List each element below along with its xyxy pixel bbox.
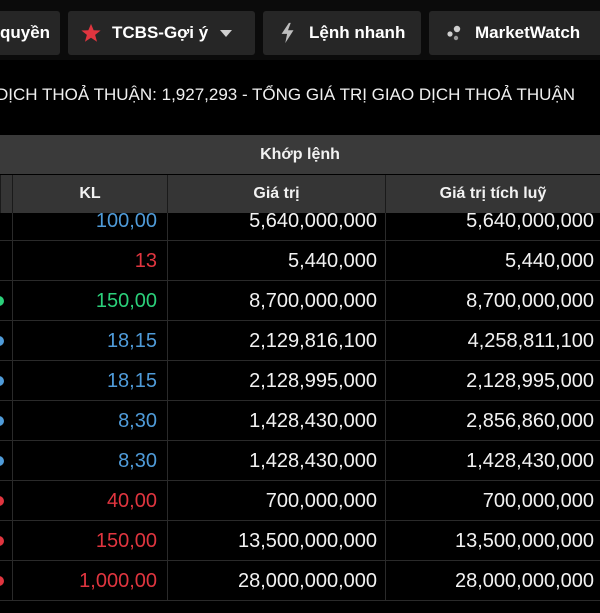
cell-gia-tri: 8,700,000,000	[167, 281, 385, 321]
status-dot-icon	[0, 336, 4, 346]
tab-label: Lệnh nhanh	[309, 23, 406, 42]
row-indicator-cell	[0, 521, 12, 561]
cell-gia-tri: 5,640,000,000	[167, 213, 385, 241]
cell-gia-tri: 5,440,000	[167, 241, 385, 281]
market-ticker: DỊCH THOẢ THUẬN: 1,927,293 - TỔNG GIÁ TR…	[0, 85, 576, 104]
row-indicator-cell	[0, 321, 12, 361]
table-row[interactable]: 8,30 1,428,430,000 2,856,860,000	[0, 401, 600, 441]
star-icon	[80, 22, 102, 44]
row-indicator-cell	[0, 561, 12, 601]
table-row[interactable]: 1,000,00 28,000,000,000 28,000,000,000	[0, 561, 600, 601]
status-dot-icon	[0, 416, 4, 426]
status-dot-icon	[0, 576, 4, 586]
cell-kl: 1,000,00	[12, 561, 167, 601]
cell-gia-tri-tich-luy: 2,856,860,000	[385, 401, 600, 441]
cell-kl: 8,30	[12, 441, 167, 481]
cell-kl: 18,15	[12, 361, 167, 401]
cell-kl: 8,30	[12, 401, 167, 441]
table-row[interactable]: 8,30 1,428,430,000 1,428,430,000	[0, 441, 600, 481]
cell-gia-tri-tich-luy: 5,440,000	[385, 241, 600, 281]
table-row[interactable]: 18,15 2,128,995,000 2,128,995,000	[0, 361, 600, 401]
tab-label: MarketWatch	[475, 23, 581, 42]
cell-gia-tri: 2,128,995,000	[167, 361, 385, 401]
cell-gia-tri: 2,129,816,100	[167, 321, 385, 361]
status-dot-icon	[0, 496, 4, 506]
cell-kl: 150,00	[12, 281, 167, 321]
status-dot-icon	[0, 456, 4, 466]
status-dot-icon	[0, 536, 4, 546]
column-header-spacer	[0, 175, 12, 213]
table-row[interactable]: 150,00 13,500,000,000 13,500,000,000	[0, 521, 600, 561]
matched-orders-table: Khớp lệnh KL Giá trị Giá trị tích luỹ 10…	[0, 135, 600, 613]
cell-gia-tri: 700,000,000	[167, 481, 385, 521]
cell-gia-tri-tich-luy: 700,000,000	[385, 481, 600, 521]
row-indicator-cell	[0, 481, 12, 521]
chevron-down-icon[interactable]	[220, 29, 233, 37]
table-row[interactable]: 40,00 700,000,000 700,000,000	[0, 481, 600, 521]
column-header-gia-tri[interactable]: Giá trị	[167, 175, 385, 213]
cell-gia-tri-tich-luy: 13,500,000,000	[385, 521, 600, 561]
cell-gia-tri: 28,000,000,000	[167, 561, 385, 601]
cell-gia-tri: 13,500,000,000	[167, 521, 385, 561]
group-header: Khớp lệnh	[0, 135, 600, 175]
row-indicator-cell	[0, 213, 12, 241]
tab-marketwatch[interactable]: MarketWatch	[429, 11, 600, 55]
tab-quyen[interactable]: quyền	[0, 11, 60, 55]
cell-gia-tri-tich-luy: 5,640,000,000	[385, 213, 600, 241]
cell-gia-tri: 1,428,430,000	[167, 441, 385, 481]
row-indicator-cell	[0, 401, 12, 441]
row-indicator-cell	[0, 281, 12, 321]
table-row[interactable]: 13 5,440,000 5,440,000	[0, 241, 600, 281]
table-row[interactable]: 100,00 5,640,000,000 5,640,000,000	[0, 213, 600, 241]
tab-lenh-nhanh[interactable]: Lệnh nhanh	[263, 11, 421, 55]
status-dot-icon	[0, 296, 4, 306]
lightning-icon	[277, 22, 299, 44]
status-dot-icon	[0, 376, 4, 386]
cell-gia-tri-tich-luy: 2,128,995,000	[385, 361, 600, 401]
cell-gia-tri-tich-luy: 28,000,000,000	[385, 561, 600, 601]
cell-kl: 18,15	[12, 321, 167, 361]
cell-gia-tri: 1,428,430,000	[167, 401, 385, 441]
tab-label: quyền	[0, 23, 51, 42]
table-row[interactable]: 18,15 2,129,816,100 4,258,811,100	[0, 321, 600, 361]
group-header-label: Khớp lệnh	[260, 145, 340, 163]
row-indicator-cell	[0, 441, 12, 481]
table-body: 100,00 5,640,000,000 5,640,000,000 13 5,440,…	[0, 213, 600, 613]
cell-gia-tri-tich-luy: 1,428,430,000	[385, 441, 600, 481]
cell-kl: 40,00	[12, 481, 167, 521]
column-header-kl[interactable]: KL	[12, 175, 167, 213]
dots-icon	[443, 22, 465, 44]
cell-kl: 13	[12, 241, 167, 281]
top-tab-bar: quyền TCBS-Gợi ý Lệnh nhanh MarketWatch	[0, 0, 600, 60]
row-indicator-cell	[0, 361, 12, 401]
tab-label: TCBS-Gợi ý	[112, 23, 209, 42]
column-header-gia-tri-tich-luy[interactable]: Giá trị tích luỹ	[385, 175, 600, 213]
column-headers: KL Giá trị Giá trị tích luỹ	[0, 175, 600, 213]
row-indicator-cell	[0, 241, 12, 281]
table-row[interactable]: 150,00 8,700,000,000 8,700,000,000	[0, 281, 600, 321]
cell-gia-tri-tich-luy: 4,258,811,100	[385, 321, 600, 361]
tab-tcbs-goi-y[interactable]: TCBS-Gợi ý	[68, 11, 255, 55]
cell-kl: 150,00	[12, 521, 167, 561]
cell-gia-tri-tich-luy: 8,700,000,000	[385, 281, 600, 321]
cell-kl: 100,00	[12, 213, 167, 241]
